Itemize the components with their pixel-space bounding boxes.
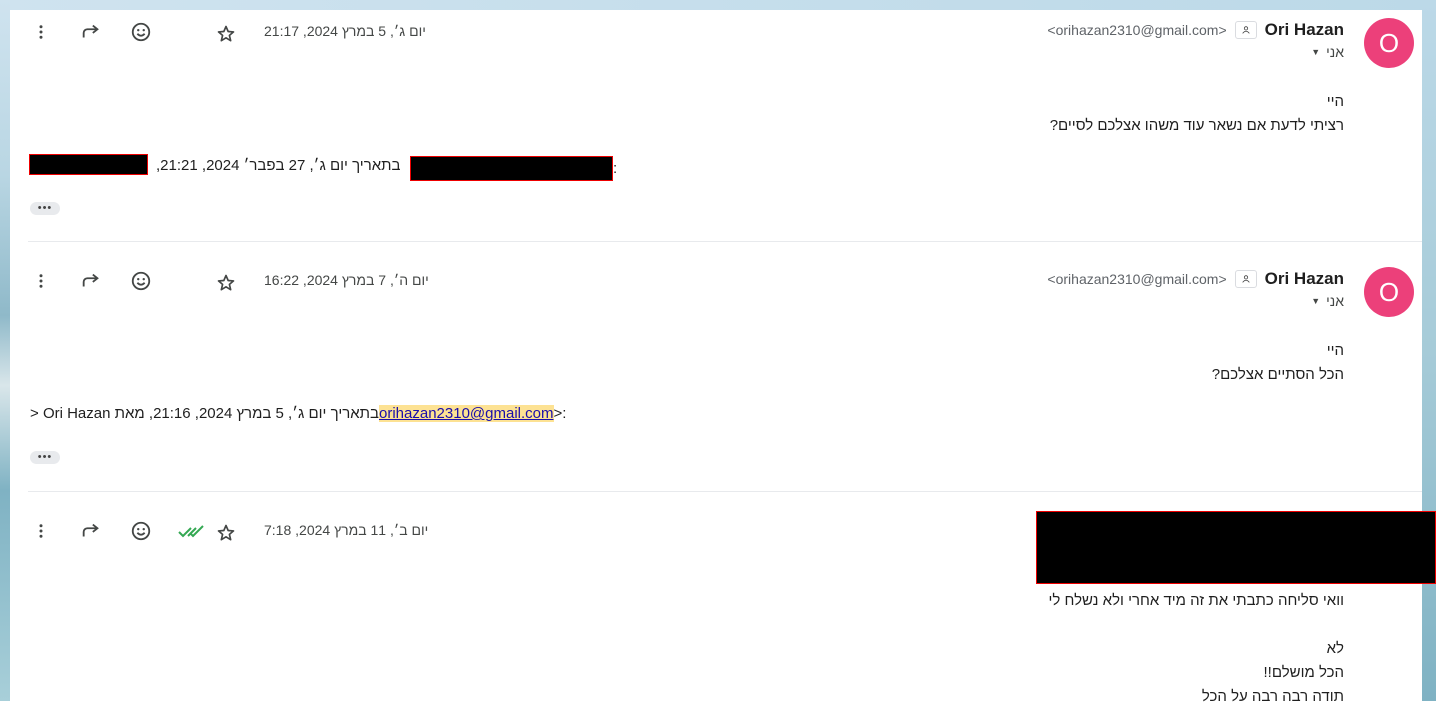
message-divider <box>28 491 1422 492</box>
sender-name[interactable]: Ori Hazan <box>1265 269 1344 289</box>
body-line: לא <box>1326 640 1344 657</box>
forward-icon[interactable] <box>79 20 103 44</box>
sender-line: <orihazan2310@gmail.com> Ori Hazan <box>1047 20 1344 40</box>
message-1: יום ג׳, 5 במרץ 2024, 21:17 <orihazan2310… <box>10 18 1422 240</box>
star-icon[interactable] <box>214 271 238 295</box>
avatar[interactable]: O <box>1364 18 1414 68</box>
message-date: יום ב׳, 11 במרץ 2024, 7:18 <box>264 522 429 538</box>
background-left <box>0 0 10 701</box>
body-line: היי <box>1326 93 1344 110</box>
more-options-icon[interactable] <box>29 519 53 543</box>
recipient-label: אני <box>1326 44 1344 60</box>
message-body: וואי סליחה כתבתי את זה מיד אחרי ולא נשלח… <box>1048 589 1344 709</box>
quote-header-text: בתאריך יום ג׳, 27 בפבר׳ 2024, 21:21, <box>156 157 401 174</box>
message-divider <box>28 241 1422 242</box>
sender-line: <orihazan2310@gmail.com> Ori Hazan <box>1047 269 1344 289</box>
recipient-line[interactable]: ▼ אני <box>1311 44 1344 60</box>
background-top <box>0 0 1436 10</box>
body-line <box>1048 613 1344 637</box>
body-line: הכל מושלם!! <box>1263 664 1344 681</box>
body-line: הכל הסתיים אצלכם? <box>1211 366 1344 383</box>
email-thread: יום ג׳, 5 במרץ 2024, 21:17 <orihazan2310… <box>10 10 1436 705</box>
message-2: יום ה׳, 7 במרץ 2024, 16:22 <orihazan2310… <box>10 267 1422 489</box>
avatar[interactable]: O <box>1364 267 1414 317</box>
redacted-block <box>410 156 613 181</box>
quote-email-link[interactable]: orihazan2310@gmail.com <box>379 405 554 422</box>
emoji-reaction-icon[interactable] <box>129 269 153 293</box>
message-date: יום ה׳, 7 במרץ 2024, 16:22 <box>264 272 429 288</box>
quote-header-suffix: >: <box>553 405 567 422</box>
quote-header: בתאריך יום ג׳, 27 בפבר׳ 2024, 21:21, <box>156 157 400 174</box>
forward-icon[interactable] <box>79 519 103 543</box>
emoji-reaction-icon[interactable] <box>129 519 153 543</box>
body-line: היי <box>1326 342 1344 359</box>
sender-email: <orihazan2310@gmail.com> <box>1047 22 1227 38</box>
show-trimmed-content-button[interactable]: ••• <box>30 202 60 215</box>
redacted-block <box>29 154 148 175</box>
emoji-reaction-icon[interactable] <box>129 20 153 44</box>
caret-down-icon[interactable]: ▼ <box>1311 47 1320 57</box>
message-body: היי רציתי לדעת אם נשאר עוד משהו אצלכם לס… <box>1050 90 1344 138</box>
message-3: יום ב׳, 11 במרץ 2024, 7:18 וואי סליחה כת… <box>10 511 1436 705</box>
recipient-line[interactable]: ▼ אני <box>1311 293 1344 309</box>
double-check-icon <box>176 520 206 544</box>
star-icon[interactable] <box>214 521 238 545</box>
body-line: וואי סליחה כתבתי את זה מיד אחרי ולא נשלח… <box>1048 592 1344 609</box>
show-trimmed-content-button[interactable]: ••• <box>30 451 60 464</box>
body-line: תודה רבה רבה על הכל <box>1201 688 1344 705</box>
message-date: יום ג׳, 5 במרץ 2024, 21:17 <box>264 23 426 39</box>
redacted-sender-block <box>1036 511 1436 584</box>
quote-header: בתאריך יום ג׳, 5 במרץ 2024, 21:16, מאת O… <box>30 405 566 422</box>
quote-header-end: : <box>613 160 618 177</box>
background-right <box>1422 0 1436 701</box>
star-icon[interactable] <box>214 22 238 46</box>
caret-down-icon[interactable]: ▼ <box>1311 296 1320 306</box>
sender-name[interactable]: Ori Hazan <box>1265 20 1344 40</box>
body-line: רציתי לדעת אם נשאר עוד משהו אצלכם לסיים? <box>1049 117 1344 134</box>
sender-email: <orihazan2310@gmail.com> <box>1047 271 1227 287</box>
contact-card-icon[interactable] <box>1234 270 1257 288</box>
recipient-label: אני <box>1326 293 1344 309</box>
message-body: היי הכל הסתיים אצלכם? <box>1212 339 1344 387</box>
contact-card-icon[interactable] <box>1234 21 1257 39</box>
quote-header-text: בתאריך יום ג׳, 5 במרץ 2024, 21:16, מאת O… <box>30 405 379 422</box>
more-options-icon[interactable] <box>29 20 53 44</box>
more-options-icon[interactable] <box>29 269 53 293</box>
forward-icon[interactable] <box>79 269 103 293</box>
